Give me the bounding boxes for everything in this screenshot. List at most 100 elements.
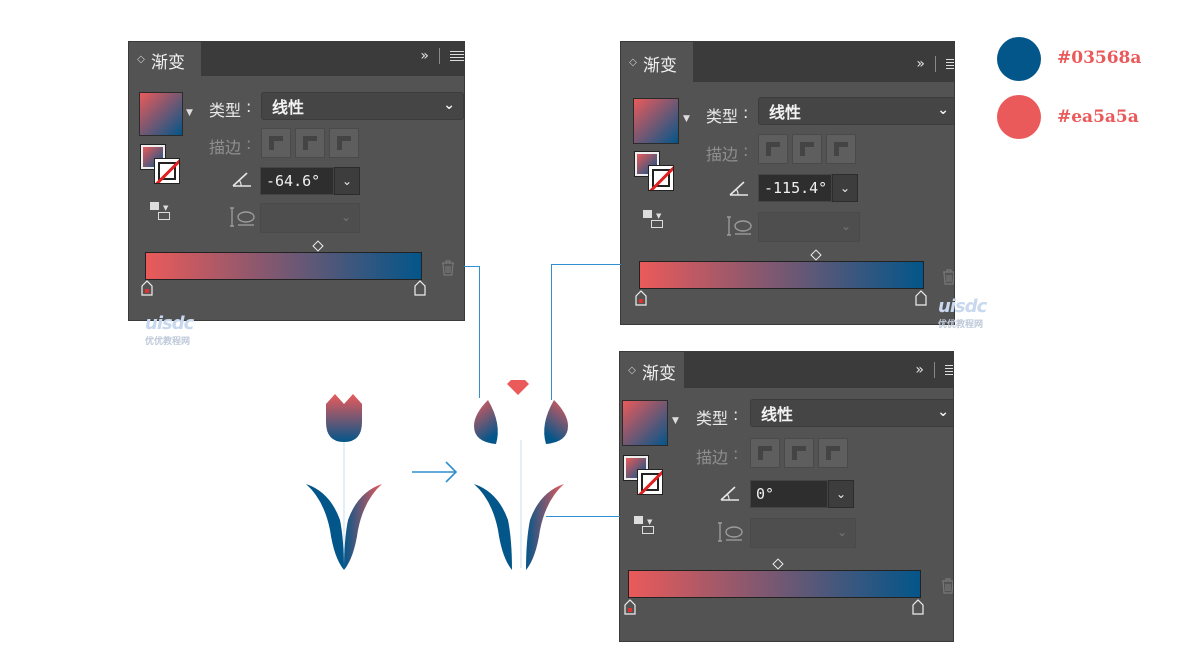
stroke-gradient-buttons — [261, 128, 359, 158]
tab-gradient[interactable]: ◇ 渐变 — [621, 42, 693, 84]
stroke-swatch[interactable] — [637, 469, 663, 495]
tulip-illustrations — [306, 380, 568, 570]
gradient-midpoint-handle[interactable] — [312, 240, 324, 252]
angle-dropdown-button[interactable]: ⌄ — [334, 167, 360, 195]
colon: : — [743, 141, 749, 160]
type-dropdown[interactable]: 线性 ⌄ — [758, 97, 954, 125]
watermark-logo: uisdc — [145, 313, 194, 334]
stroke-across-button[interactable] — [826, 134, 856, 164]
aspect-ratio-dropdown: ⌄ — [260, 203, 360, 233]
tulip-exploded — [474, 380, 568, 570]
gradient-stop-end[interactable] — [915, 290, 927, 306]
gradient-panel-1: ◇ 渐变 » ▼ ▼ 类型 : 线性 ⌄ 描边 : -64.6° ⌄ ⌄ — [129, 42, 464, 320]
gradient-stop-end[interactable] — [912, 599, 924, 615]
stroke-within-button[interactable] — [750, 438, 780, 468]
tab-gradient[interactable]: ◇ 渐变 — [620, 352, 684, 390]
right-arrow-icon — [412, 461, 458, 483]
stroke-along-button[interactable] — [784, 438, 814, 468]
color-label-blue: #03568a — [1057, 48, 1142, 68]
type-label: 类型 — [696, 409, 729, 428]
connector-line-1 — [464, 266, 479, 267]
angle-input[interactable]: -64.6° — [260, 167, 334, 195]
stroke-within-button[interactable] — [261, 128, 291, 158]
chevron-down-icon[interactable]: ▼ — [683, 114, 690, 124]
chevron-down-icon: ⌄ — [937, 102, 949, 118]
gradient-stop-start[interactable] — [141, 280, 153, 296]
double-chevron-right-icon[interactable]: » — [420, 48, 429, 64]
angle-dropdown-button[interactable]: ⌄ — [828, 480, 854, 508]
angle-icon — [720, 486, 739, 501]
stroke-along-button[interactable] — [295, 128, 325, 158]
tab-label: 渐变 — [151, 52, 185, 73]
gradient-slider[interactable] — [639, 261, 924, 289]
panel-controls: » — [915, 362, 953, 378]
gradient-panel-3: ◇ 渐变 » ▼ ▼ 类型 : 线性 ⌄ 描边 : 0° ⌄ ⌄ — [620, 352, 953, 641]
reverse-gradient-icon[interactable]: ▼ — [643, 210, 665, 230]
stroke-label: 描边 — [706, 145, 739, 164]
color-label-red: #ea5a5a — [1057, 107, 1139, 127]
double-chevron-right-icon[interactable]: » — [916, 56, 925, 72]
collapse-arrows-icon[interactable]: ◇ — [629, 58, 637, 68]
tulip-assembled — [306, 394, 382, 570]
panel-controls: » — [916, 56, 954, 72]
trash-icon[interactable] — [441, 260, 455, 276]
tab-gradient[interactable]: ◇ 渐变 — [129, 42, 201, 78]
connector-line-2 — [551, 264, 621, 265]
watermark-logo: uisdc — [938, 296, 987, 317]
angle-input[interactable]: -115.4° — [758, 174, 832, 202]
fill-stroke-selector[interactable] — [624, 456, 666, 498]
stroke-along-button[interactable] — [792, 134, 822, 164]
gradient-midpoint-handle[interactable] — [772, 558, 784, 570]
colon: : — [743, 103, 749, 122]
colon: : — [733, 444, 739, 463]
gradient-midpoint-handle[interactable] — [810, 249, 822, 261]
stroke-gradient-buttons — [750, 438, 848, 468]
chevron-down-icon: ⌄ — [443, 97, 455, 113]
color-swatch-blue — [997, 37, 1041, 81]
trash-icon[interactable] — [941, 578, 953, 594]
chevron-down-icon[interactable]: ▼ — [672, 416, 679, 426]
gradient-slider[interactable] — [628, 570, 921, 598]
stroke-across-button[interactable] — [818, 438, 848, 468]
gradient-slider[interactable] — [145, 252, 422, 280]
hamburger-menu-icon[interactable] — [945, 365, 953, 375]
colon: : — [733, 405, 739, 424]
colon: : — [246, 134, 252, 153]
type-dropdown[interactable]: 线性 ⌄ — [261, 92, 464, 120]
divider — [935, 56, 936, 72]
gradient-stop-start[interactable] — [624, 599, 636, 615]
hamburger-menu-icon[interactable] — [450, 51, 464, 61]
collapse-arrows-icon[interactable]: ◇ — [628, 366, 636, 376]
angle-dropdown-button[interactable]: ⌄ — [832, 174, 858, 202]
aspect-ratio-icon — [230, 207, 255, 227]
divider — [439, 48, 440, 64]
reverse-gradient-icon[interactable]: ▼ — [150, 202, 172, 222]
hamburger-menu-icon[interactable] — [946, 59, 954, 69]
aspect-ratio-icon — [727, 216, 752, 236]
gradient-swatch[interactable] — [139, 92, 183, 136]
watermark-text: 优优教程网 — [145, 337, 191, 347]
chevron-down-icon[interactable]: ▼ — [186, 108, 193, 118]
type-value: 线性 — [769, 103, 802, 122]
gradient-swatch[interactable] — [622, 400, 668, 446]
stroke-within-button[interactable] — [758, 134, 788, 164]
gradient-stop-start[interactable] — [635, 290, 647, 306]
reverse-gradient-icon[interactable]: ▼ — [634, 516, 656, 536]
trash-icon[interactable] — [942, 269, 954, 285]
collapse-arrows-icon[interactable]: ◇ — [137, 55, 145, 65]
angle-input[interactable]: 0° — [750, 480, 828, 508]
double-chevron-right-icon[interactable]: » — [915, 362, 924, 378]
gradient-swatch[interactable] — [633, 98, 679, 144]
fill-stroke-selector[interactable] — [141, 145, 183, 187]
stroke-gradient-buttons — [758, 134, 856, 164]
colon: : — [246, 97, 252, 116]
stroke-swatch[interactable] — [648, 165, 674, 191]
stroke-across-button[interactable] — [329, 128, 359, 158]
angle-icon — [232, 172, 251, 187]
fill-stroke-selector[interactable] — [635, 152, 677, 194]
aspect-ratio-dropdown: ⌄ — [750, 518, 856, 548]
chevron-down-icon: ⌄ — [840, 219, 851, 233]
stroke-swatch[interactable] — [154, 158, 180, 184]
type-dropdown[interactable]: 线性 ⌄ — [750, 399, 953, 427]
gradient-stop-end[interactable] — [414, 280, 426, 296]
